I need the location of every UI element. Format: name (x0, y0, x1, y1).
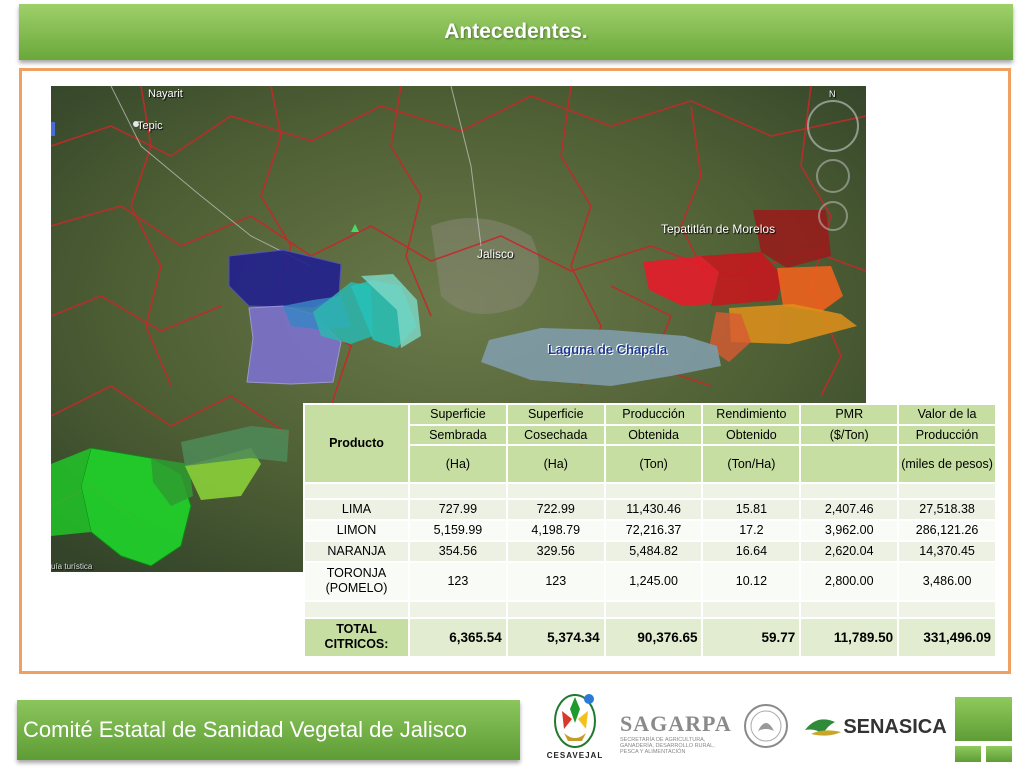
label-tepic: Tepic (137, 120, 163, 132)
col-header-line1: Rendimiento (701, 403, 802, 426)
table-cell: 27,518.38 (897, 498, 997, 522)
decorative-square (955, 697, 1012, 741)
table-cell: 286,121.26 (897, 519, 997, 542)
mexico-seal-icon (744, 704, 788, 748)
footer-title: Comité Estatal de Sanidad Vegetal de Jal… (23, 717, 467, 742)
col-header-line1: Superficie (408, 403, 508, 426)
spacer-row (303, 481, 997, 501)
label-tepatitlan: Tepatitlán de Morelos (661, 222, 776, 236)
compass-north: N (829, 89, 836, 99)
decorative-square (955, 746, 981, 762)
col-header-unit: (Ha) (505, 444, 606, 484)
total-cell: 59.77 (701, 616, 802, 659)
sagarpa-logo: SAGARPA SECRETARÍA DE AGRICULTURA, GANAD… (620, 705, 731, 760)
col-header-line1: PMR (799, 403, 900, 426)
slide-title: Antecedentes. (444, 20, 588, 43)
senasica-logo: SENASICA (800, 702, 950, 752)
slide-title-bar: Antecedentes. (19, 4, 1013, 60)
citrus-production-table: Producto Superficie Superficie Producció… (303, 403, 997, 659)
sagarpa-subtext: SECRETARÍA DE AGRICULTURA, GANADERÍA, DE… (620, 736, 715, 755)
senasica-text: SENASICA (843, 715, 947, 738)
total-cell: 6,365.54 (408, 616, 508, 659)
total-cell: 90,376.65 (603, 616, 704, 659)
col-header-line2: Cosechada (505, 423, 606, 447)
total-label: TOTAL CITRICOS: (303, 616, 410, 659)
table-row: LIMA 727.99 722.99 11,430.46 15.81 2,407… (303, 498, 997, 522)
table-row: LIMON 5,159.99 4,198.79 72,216.37 17.2 3… (303, 519, 997, 542)
col-header-line2: Obtenido (701, 423, 802, 447)
spacer-row (303, 599, 997, 619)
table-cell: 17.2 (701, 519, 802, 542)
table-cell: 722.99 (505, 498, 606, 522)
footer-title-bar: Comité Estatal de Sanidad Vegetal de Jal… (17, 700, 520, 760)
table-cell: 3,962.00 (799, 519, 900, 542)
col-header-unit: (Ha) (408, 444, 508, 484)
row-product: LIMON (303, 519, 410, 542)
sagarpa-text: SAGARPA (620, 710, 732, 736)
col-header-line2: Producción (897, 423, 997, 447)
table-cell: 123 (505, 560, 606, 602)
table-cell: 16.64 (701, 539, 802, 563)
table-cell: 3,486.00 (897, 560, 997, 602)
col-header-unit: (Ton/Ha) (701, 444, 802, 484)
col-header-line2: Sembrada (408, 423, 508, 447)
table-cell: 11,430.46 (603, 498, 704, 522)
table-cell: 123 (408, 560, 508, 602)
label-jalisco: Jalisco (477, 247, 514, 261)
col-header-line1: Producción (603, 403, 704, 426)
total-cell: 11,789.50 (799, 616, 900, 659)
table-row: NARANJA 354.56 329.56 5,484.82 16.64 2,6… (303, 539, 997, 563)
col-header-unit: (Ton) (603, 444, 704, 484)
senasica-emblem-icon (805, 719, 842, 736)
table-cell: 72,216.37 (603, 519, 704, 542)
table-cell: 14,370.45 (897, 539, 997, 563)
table-cell: 2,407.46 (799, 498, 900, 522)
table-cell: 2,800.00 (799, 560, 900, 602)
col-header-line2: ($/Ton) (799, 423, 900, 447)
table-cell: 15.81 (701, 498, 802, 522)
table-cell: 4,198.79 (505, 519, 606, 542)
cesavejal-text: CESAVEJAL (546, 750, 604, 760)
cesavejal-emblem-icon (554, 693, 596, 748)
mexico-seal-logo (742, 702, 790, 750)
col-header-line2: Obtenida (603, 423, 704, 447)
header-producto: Producto (303, 403, 410, 484)
table-cell: 329.56 (505, 539, 606, 563)
table-cell: 2,620.04 (799, 539, 900, 563)
total-cell: 331,496.09 (897, 616, 997, 659)
table-row: TORONJA (POMELO) 123 123 1,245.00 10.12 … (303, 560, 997, 602)
col-header-unit: (miles de pesos) (897, 444, 997, 484)
table-cell: 1,245.00 (603, 560, 704, 602)
table-cell: 354.56 (408, 539, 508, 563)
col-header-line1: Superficie (505, 403, 606, 426)
total-cell: 5,374.34 (505, 616, 606, 659)
label-laguna-chapala: Laguna de Chapala (548, 342, 668, 357)
row-product: TORONJA (POMELO) (303, 560, 410, 602)
label-guide: uía turística (51, 562, 93, 571)
table-cell: 5,159.99 (408, 519, 508, 542)
col-header-unit (799, 444, 900, 484)
row-product: LIMA (303, 498, 410, 522)
row-product: NARANJA (303, 539, 410, 563)
label-nayarit: Nayarit (148, 88, 183, 100)
total-row: TOTAL CITRICOS: 6,365.54 5,374.34 90,376… (303, 616, 997, 659)
decorative-square (986, 746, 1012, 762)
table-cell: 5,484.82 (603, 539, 704, 563)
cesavejal-logo: CESAVEJAL (540, 685, 610, 763)
col-header-line1: Valor de la (897, 403, 997, 426)
table-cell: 10.12 (701, 560, 802, 602)
table-cell: 727.99 (408, 498, 508, 522)
